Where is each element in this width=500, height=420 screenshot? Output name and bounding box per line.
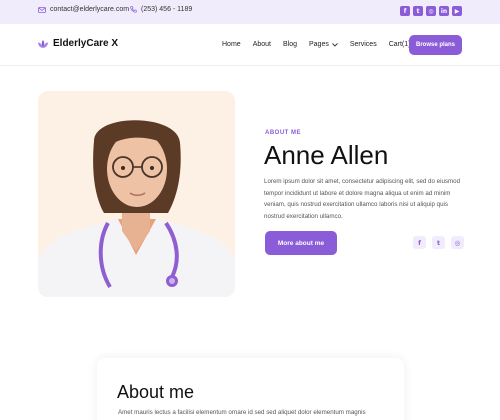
main-nav: Home About Blog Pages Services Cart(1) — [222, 41, 422, 48]
topbar-socials: f t ◎ in ▶ — [400, 6, 462, 16]
site-header: ElderlyCare X Home About Blog Pages Serv… — [0, 24, 500, 66]
nav-pages[interactable]: Pages — [309, 41, 338, 48]
about-text: Amet mauris lectus a facilisi elementum … — [118, 409, 366, 416]
facebook-icon[interactable]: f — [413, 236, 426, 249]
twitter-icon[interactable]: t — [413, 6, 423, 16]
page-title: Anne Allen — [264, 140, 389, 170]
brand-logo[interactable]: ElderlyCare X — [37, 38, 118, 49]
instagram-icon[interactable]: ◎ — [426, 6, 436, 16]
brand-name: ElderlyCare X — [53, 38, 119, 49]
more-about-me-button[interactable]: More about me — [265, 231, 337, 255]
profile-socials: f t ◎ — [413, 236, 464, 249]
email-link[interactable]: contact@elderlycare.com — [38, 6, 129, 13]
browse-plans-button[interactable]: Browse plans — [409, 35, 462, 55]
about-card: About me Amet mauris lectus a facilisi e… — [97, 358, 404, 420]
nav-blog[interactable]: Blog — [283, 41, 297, 48]
about-title: About me — [117, 382, 195, 402]
nav-about[interactable]: About — [253, 41, 271, 48]
instagram-icon[interactable]: ◎ — [451, 236, 464, 249]
linkedin-icon[interactable]: in — [439, 6, 449, 16]
section-eyebrow: ABOUT ME — [265, 130, 301, 136]
youtube-icon[interactable]: ▶ — [452, 6, 462, 16]
phone-icon — [130, 6, 137, 13]
phone-text: (253) 456 - 1189 — [141, 6, 193, 13]
chevron-down-icon — [332, 42, 338, 47]
nav-home[interactable]: Home — [222, 41, 241, 48]
twitter-icon[interactable]: t — [432, 236, 445, 249]
bio-paragraph: Lorem ipsum dolor sit amet, consectetur … — [264, 178, 461, 221]
phone-link[interactable]: (253) 456 - 1189 — [130, 6, 192, 13]
nav-cart[interactable]: Cart(1) — [389, 41, 411, 48]
doctor-photo — [38, 91, 235, 297]
nav-pages-label: Pages — [309, 41, 329, 48]
email-text: contact@elderlycare.com — [50, 6, 130, 13]
topbar: contact@elderlycare.com (253) 456 - 1189… — [0, 0, 500, 24]
nav-services[interactable]: Services — [350, 41, 377, 48]
lotus-icon — [38, 39, 48, 48]
mail-icon — [38, 6, 46, 13]
doctor-portrait — [38, 120, 235, 297]
facebook-icon[interactable]: f — [400, 6, 410, 16]
